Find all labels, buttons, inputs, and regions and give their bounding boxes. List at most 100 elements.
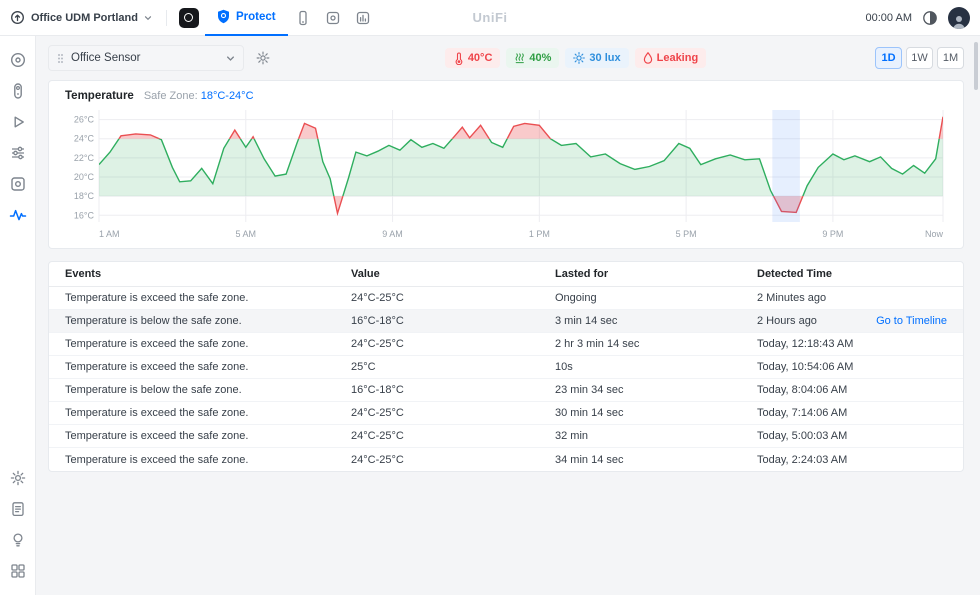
- lasted-for-cell: 2 hr 3 min 14 sec: [555, 338, 640, 350]
- sensor-selector[interactable]: Office Sensor: [48, 45, 244, 71]
- svg-text:16°C: 16°C: [74, 210, 95, 220]
- time-range-1w[interactable]: 1W: [906, 47, 933, 69]
- events-table: Events Value Lasted for Detected Time Te…: [48, 261, 964, 472]
- svg-text:1 AM: 1 AM: [99, 229, 120, 239]
- sidebar-item-cameras[interactable]: [9, 51, 27, 69]
- value-cell: 25°C: [351, 361, 376, 373]
- status-badge-temperature: 40°C: [444, 48, 501, 68]
- sensor-selector-value: Office Sensor: [71, 52, 141, 64]
- value-cell: 24°C-25°C: [351, 407, 404, 419]
- sidebar-item-detections[interactable]: [9, 144, 27, 162]
- sensor-settings-button[interactable]: [250, 45, 276, 71]
- lasted-for-cell: 23 min 34 sec: [555, 384, 624, 396]
- event-cell: Temperature is exceed the safe zone.: [65, 338, 249, 350]
- table-row[interactable]: Temperature is exceed the safe zone. 24°…: [49, 448, 963, 471]
- main-content: Office Sensor 40°C 40% 30 lux Leaking 1D 1W 1…: [36, 36, 980, 484]
- chart-selection-band: [772, 110, 800, 222]
- detected-time-cell: Today, 8:04:06 AM: [757, 384, 848, 396]
- sidebar-item-playback[interactable]: [9, 113, 27, 131]
- lasted-for-cell: 10s: [555, 361, 573, 373]
- safe-zone-label: Safe Zone:: [143, 90, 198, 102]
- scrollbar-thumb[interactable]: [974, 42, 978, 90]
- event-cell: Temperature is exceed the safe zone.: [65, 407, 249, 419]
- clock: 00:00 AM: [865, 11, 912, 24]
- value-cell: 24°C-25°C: [351, 338, 404, 350]
- console-icon[interactable]: [178, 7, 199, 28]
- unifi-logo: UniFi: [472, 10, 508, 25]
- svg-text:26°C: 26°C: [74, 115, 95, 125]
- event-cell: Temperature is exceed the safe zone.: [65, 430, 249, 442]
- theme-toggle-icon[interactable]: [922, 10, 938, 26]
- status-badge-label: 30 lux: [589, 52, 621, 64]
- table-body: Temperature is exceed the safe zone. 24°…: [49, 287, 963, 471]
- table-row[interactable]: Temperature is exceed the safe zone. 24°…: [49, 402, 963, 425]
- status-badge-label: 40°C: [467, 52, 493, 64]
- sidebar-item-devices[interactable]: [9, 175, 27, 193]
- value-cell: 24°C-25°C: [351, 453, 404, 466]
- time-range-1d[interactable]: 1D: [875, 47, 902, 69]
- sun-icon: [573, 52, 586, 64]
- event-cell: Temperature is below the safe zone.: [65, 315, 242, 327]
- sidebar-item-system-log[interactable]: [9, 500, 27, 518]
- event-cell: Temperature is below the safe zone.: [65, 384, 242, 396]
- event-cell: Temperature is exceed the safe zone.: [65, 292, 249, 304]
- detected-time-cell: Today, 7:14:06 AM: [757, 407, 848, 419]
- lasted-for-cell: 30 min 14 sec: [555, 407, 624, 419]
- svg-text:5 AM: 5 AM: [236, 229, 257, 239]
- sidebar-item-apps[interactable]: [9, 562, 27, 580]
- table-row[interactable]: Temperature is below the safe zone. 16°C…: [49, 310, 963, 333]
- sidebar-item-support[interactable]: [9, 531, 27, 549]
- lasted-for-cell: 34 min 14 sec: [555, 453, 624, 466]
- status-badge-leak: Leaking: [634, 48, 707, 68]
- detected-time-cell: 2 Minutes ago: [757, 292, 827, 304]
- connect-app-icon[interactable]: [348, 0, 378, 36]
- safe-zone-value[interactable]: 18°C-24°C: [201, 90, 254, 102]
- lasted-for-cell: Ongoing: [555, 292, 597, 304]
- topbar: Office UDM Portland Protect UniFi 00:00 …: [0, 0, 980, 36]
- detected-time-cell: 2 Hours ago: [757, 315, 817, 327]
- event-cell: Temperature is exceed the safe zone.: [65, 453, 249, 466]
- talk-app-icon[interactable]: [288, 0, 318, 36]
- status-badge-label: 40%: [529, 52, 552, 64]
- table-row[interactable]: Temperature is exceed the safe zone. 25°…: [49, 356, 963, 379]
- svg-text:22°C: 22°C: [74, 153, 95, 163]
- tab-protect-label: Protect: [235, 10, 276, 23]
- status-badge-label: Leaking: [656, 52, 699, 64]
- divider: [165, 9, 167, 26]
- humidity-icon: [514, 52, 525, 64]
- svg-text:1 PM: 1 PM: [529, 229, 550, 239]
- sidebar: [0, 36, 36, 595]
- sidebar-item-doorbells[interactable]: [9, 82, 27, 100]
- svg-text:Now: Now: [925, 229, 944, 239]
- temperature-chart[interactable]: 26°C 24°C 22°C 20°C 18°C 16°C 1 AM 5 AM 9 AM 1 PM…: [65, 104, 949, 244]
- lasted-for-cell: 3 min 14 sec: [555, 315, 618, 327]
- site-name: Office UDM Portland: [31, 11, 138, 24]
- detected-time-cell: Today, 2:24:03 AM: [757, 453, 848, 466]
- site-selector[interactable]: Office UDM Portland: [0, 0, 160, 36]
- svg-text:9 AM: 9 AM: [382, 229, 403, 239]
- table-row[interactable]: Temperature is exceed the safe zone. 24°…: [49, 425, 963, 448]
- console-status-icon: [10, 10, 25, 25]
- sidebar-item-sensors[interactable]: [9, 206, 27, 224]
- time-range-1m[interactable]: 1M: [937, 47, 964, 69]
- col-value: Value: [351, 268, 380, 280]
- table-row[interactable]: Temperature is exceed the safe zone. 24°…: [49, 333, 963, 356]
- table-row[interactable]: Temperature is exceed the safe zone. 24°…: [49, 287, 963, 310]
- temperature-chart-card: Temperature Safe Zone: 18°C-24°C 26°C 24°…: [48, 80, 964, 249]
- status-badges: 40°C 40% 30 lux Leaking: [444, 48, 707, 68]
- detected-time-cell: Today, 10:54:06 AM: [757, 361, 854, 373]
- svg-text:20°C: 20°C: [74, 172, 95, 182]
- user-avatar[interactable]: [948, 6, 970, 29]
- table-row[interactable]: Temperature is below the safe zone. 16°C…: [49, 379, 963, 402]
- access-app-icon[interactable]: [318, 0, 348, 36]
- sidebar-item-settings[interactable]: [9, 469, 27, 487]
- chart-title: Temperature: [65, 90, 134, 102]
- value-cell: 16°C-18°C: [351, 384, 404, 396]
- detected-time-cell: Today, 5:00:03 AM: [757, 430, 848, 442]
- drag-handle-icon: [57, 53, 64, 64]
- toolbar: Office Sensor 40°C 40% 30 lux Leaking 1D 1W 1…: [36, 36, 980, 80]
- go-to-timeline-link[interactable]: Go to Timeline: [876, 315, 947, 327]
- value-cell: 16°C-18°C: [351, 315, 404, 327]
- tab-protect[interactable]: Protect: [204, 0, 288, 36]
- thermometer-icon: [453, 52, 464, 65]
